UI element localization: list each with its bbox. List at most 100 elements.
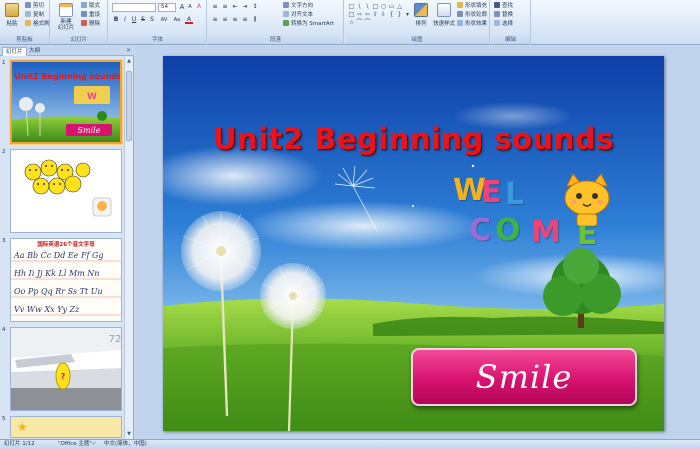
arrow-shape-icon[interactable]: ⇦: [364, 11, 371, 18]
thumbnail-image: Unit2 Beginning sounds W Smile: [10, 60, 122, 144]
more-shapes-icon[interactable]: ▾: [404, 11, 411, 18]
oval-shape-icon[interactable]: ○: [380, 3, 387, 10]
clipboard-label: 剪贴板: [0, 36, 49, 44]
rectangle-shape-icon[interactable]: □: [348, 11, 355, 18]
svg-text:?: ?: [61, 372, 66, 381]
curve-shape-icon[interactable]: ⌒: [356, 19, 363, 26]
arrow-shape-icon[interactable]: ⇧: [372, 11, 379, 18]
font-size-combo[interactable]: 54: [158, 3, 176, 12]
current-slide[interactable]: Unit2 Beginning sounds W E L C O M E Smi: [163, 56, 664, 431]
smartart-button[interactable]: 转换为 SmartArt: [283, 20, 334, 28]
format-painter-button[interactable]: 格式刷: [25, 20, 50, 28]
quick-styles-button[interactable]: 快速样式: [432, 3, 456, 33]
svg-text:72: 72: [109, 334, 122, 345]
font-color-button[interactable]: A: [185, 16, 193, 24]
paragraph-group: ≡ ≡ ⇤ ⇥ ↕ ≡ ≡ ≡ ≡ ⫼ 文字方向 对齐文本 转换为 SmartA…: [208, 0, 344, 45]
align-right-button[interactable]: ≡: [231, 16, 239, 24]
reset-icon: [81, 11, 87, 17]
shrink-font-button[interactable]: A: [186, 3, 194, 11]
brace-shape-icon[interactable]: }: [396, 11, 403, 18]
curve-shape-icon[interactable]: ⌒: [364, 19, 371, 26]
close-icon[interactable]: ×: [126, 47, 131, 55]
bullets-button[interactable]: ≡: [211, 3, 219, 11]
cut-button[interactable]: 剪切: [25, 2, 44, 10]
align-center-button[interactable]: ≡: [221, 16, 229, 24]
char-spacing-button[interactable]: AV: [158, 16, 170, 24]
slides-label: 幻灯片: [51, 36, 107, 44]
align-text-button[interactable]: 对齐文本: [283, 11, 313, 19]
shape-outline-button[interactable]: 形状轮廓: [457, 11, 487, 19]
star-shape-icon[interactable]: ☆: [348, 19, 355, 26]
justify-button[interactable]: ≡: [241, 16, 249, 24]
grow-font-button[interactable]: A: [178, 3, 186, 11]
delete-icon: [81, 20, 87, 26]
delete-button[interactable]: 删除: [81, 20, 100, 28]
new-slide-button[interactable]: 新建 幻灯片: [53, 3, 79, 33]
shape-fill-button[interactable]: 形状填充: [457, 2, 487, 10]
welcome-letter: O: [495, 213, 521, 248]
slides-group: 新建 幻灯片 版式 重设 删除 幻灯片: [51, 0, 108, 45]
smile-button[interactable]: Smile: [411, 348, 637, 406]
clipboard-group: 粘贴 剪切 复制 格式刷 剪贴板: [0, 0, 50, 45]
arrange-button[interactable]: 排列: [411, 3, 431, 33]
text-direction-button[interactable]: 文字方向: [283, 2, 313, 10]
line-shape-icon[interactable]: \: [356, 3, 363, 10]
layout-button[interactable]: 版式: [81, 2, 100, 10]
brace-shape-icon[interactable]: {: [388, 11, 395, 18]
fill-icon: [457, 2, 463, 8]
clear-format-button[interactable]: A: [195, 3, 203, 11]
rectangle-shape-icon[interactable]: □: [372, 3, 379, 10]
tab-outline[interactable]: 大纲: [26, 47, 43, 56]
align-text-icon: [283, 11, 289, 17]
language-status: 中文(简体，中国): [104, 441, 147, 447]
scroll-up-icon[interactable]: ▲: [126, 58, 132, 65]
slide-title[interactable]: Unit2 Beginning sounds: [163, 122, 664, 156]
replace-button[interactable]: 替换: [494, 11, 513, 19]
copy-icon: [25, 11, 31, 17]
select-button[interactable]: 选择: [494, 20, 513, 28]
font-label: 字体: [109, 36, 206, 44]
strike-button[interactable]: S: [139, 16, 147, 24]
triangle-shape-icon[interactable]: △: [396, 3, 403, 10]
editing-group: 查找 替换 选择 编辑: [491, 0, 531, 45]
smartart-icon: [283, 20, 289, 26]
italic-button[interactable]: I: [121, 16, 129, 24]
increase-indent-button[interactable]: ⇥: [241, 3, 249, 11]
bold-button[interactable]: B: [112, 16, 120, 24]
find-button[interactable]: 查找: [494, 2, 513, 10]
line-shape-icon[interactable]: \: [364, 3, 371, 10]
rounded-rect-shape-icon[interactable]: ▭: [388, 3, 395, 10]
paste-button[interactable]: 粘贴: [1, 3, 23, 33]
arrow-shape-icon[interactable]: ⇩: [380, 11, 387, 18]
theme-status: "Office 主题": [58, 441, 92, 447]
scroll-down-icon[interactable]: ▼: [126, 431, 132, 438]
shape-effects-button[interactable]: 形状效果: [457, 20, 487, 28]
align-left-button[interactable]: ≡: [211, 16, 219, 24]
effects-icon: [457, 20, 463, 26]
slide-count-status: 幻灯片 1/12: [4, 441, 35, 447]
tab-slides[interactable]: 幻灯片: [2, 47, 27, 56]
arrow-shape-icon[interactable]: ⇨: [356, 11, 363, 18]
scroll-thumb[interactable]: [126, 71, 132, 141]
panel-scrollbar[interactable]: ▲ ▼: [124, 57, 133, 439]
cat-mascot-icon: [564, 174, 610, 226]
underline-button[interactable]: U: [130, 16, 138, 24]
shadow-button[interactable]: S: [148, 16, 156, 24]
welcome-letter: C: [469, 213, 492, 248]
welcome-graphic[interactable]: W E L C O M E: [453, 174, 625, 264]
copy-button[interactable]: 复制: [25, 11, 44, 19]
alphabet-rules: [11, 260, 121, 316]
welcome-letter: M: [531, 215, 561, 250]
decrease-indent-button[interactable]: ⇤: [231, 3, 239, 11]
slide-1-preview: Unit2 Beginning sounds W Smile: [12, 62, 120, 142]
rectangle-shape-icon[interactable]: □: [348, 3, 355, 10]
reset-button[interactable]: 重设: [81, 11, 100, 19]
columns-button[interactable]: ⫼: [251, 16, 259, 24]
change-case-button[interactable]: Aa: [172, 16, 182, 24]
line-spacing-button[interactable]: ↕: [251, 3, 259, 11]
replace-icon: [494, 11, 500, 17]
arrange-icon: [414, 3, 428, 17]
font-name-combo[interactable]: [112, 3, 156, 12]
numbering-button[interactable]: ≡: [221, 3, 229, 11]
welcome-letter: E: [481, 175, 502, 210]
